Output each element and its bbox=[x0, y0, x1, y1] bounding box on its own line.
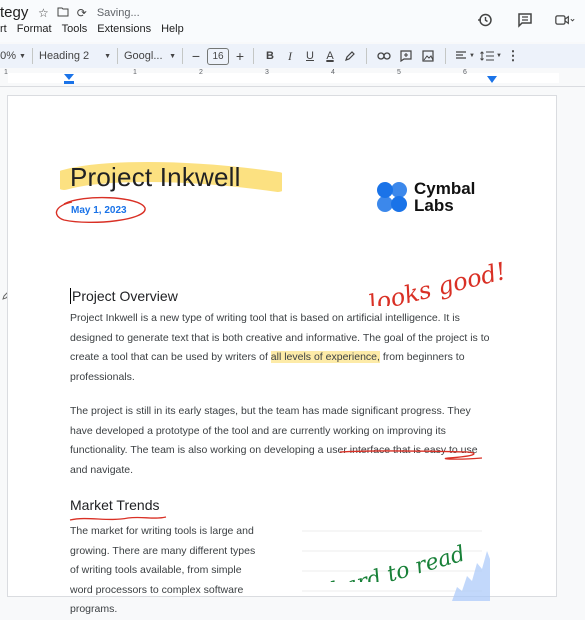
left-indent-marker[interactable] bbox=[64, 74, 74, 84]
document-heading: Project Inkwell bbox=[70, 162, 241, 192]
document-title[interactable]: tegy bbox=[0, 4, 28, 21]
document-date: May 1, 2023 bbox=[71, 205, 127, 216]
menu-insert[interactable]: rt bbox=[0, 23, 7, 35]
looks-good-annotation: looks good! bbox=[366, 257, 509, 306]
line-spacing-icon[interactable]: ▼ bbox=[478, 45, 504, 67]
chevron-down-icon: ▼ bbox=[469, 53, 475, 59]
ruler-number: 2 bbox=[199, 69, 203, 76]
market-paragraph: The market for writing tools is large an… bbox=[70, 525, 256, 615]
align-left-icon[interactable]: ▼ bbox=[452, 45, 478, 67]
right-indent-marker[interactable] bbox=[487, 76, 497, 84]
underline-annotation bbox=[339, 450, 483, 460]
toolbar-divider bbox=[32, 48, 33, 64]
text-color-button[interactable]: A bbox=[320, 45, 340, 67]
section-heading-market: Market Trends bbox=[70, 497, 160, 513]
toolbar-divider bbox=[253, 48, 254, 64]
add-comment-icon[interactable] bbox=[395, 45, 417, 67]
cymbal-wordmark: Cymbal Labs bbox=[414, 180, 475, 214]
insert-image-icon[interactable] bbox=[417, 45, 439, 67]
logo-line-2: Labs bbox=[414, 196, 454, 215]
folder-icon[interactable] bbox=[57, 6, 69, 20]
font-size-value: 16 bbox=[207, 47, 229, 65]
font-value: Googl... bbox=[124, 50, 163, 62]
toolbar-divider bbox=[366, 48, 367, 64]
star-icon[interactable]: ☆ bbox=[38, 6, 49, 20]
formatting-toolbar: 0% ▼ Heading 2 ▼ Googl... ▼ − 16 + B I U… bbox=[0, 44, 585, 68]
overview-heading-text: Project Overview bbox=[72, 288, 178, 304]
document-page[interactable]: Project Inkwell May 1, 2023 Cymbal Labs … bbox=[8, 96, 556, 615]
font-size-input[interactable]: 16 bbox=[203, 45, 233, 67]
overview-paragraph-1: Project Inkwell is a new type of writing… bbox=[70, 309, 490, 387]
cymbal-logo-icon bbox=[377, 182, 407, 212]
text-cursor bbox=[70, 288, 71, 304]
menu-extensions[interactable]: Extensions bbox=[97, 23, 151, 35]
toolbar-divider bbox=[445, 48, 446, 64]
logo-line-1: Cymbal bbox=[414, 179, 476, 198]
bold-button[interactable]: B bbox=[260, 45, 280, 67]
chevron-down-icon: ▼ bbox=[169, 52, 176, 60]
decrease-font-size-button[interactable]: − bbox=[189, 45, 203, 67]
menu-help[interactable]: Help bbox=[161, 23, 184, 35]
hard-to-read-text: hard to read bbox=[328, 542, 468, 582]
para1-highlight: all levels of experience, bbox=[270, 351, 380, 363]
style-select[interactable]: Heading 2 ▼ bbox=[39, 45, 111, 67]
sync-icon: ⟳ bbox=[76, 6, 87, 20]
ruler-number: 4 bbox=[331, 69, 335, 76]
horizontal-ruler: 1 1 2 3 4 5 6 bbox=[0, 69, 585, 87]
meet-video-icon[interactable] bbox=[555, 10, 575, 30]
section-heading-overview: Project Overview bbox=[70, 288, 178, 304]
insert-link-icon[interactable] bbox=[373, 45, 395, 67]
increase-font-size-button[interactable]: + bbox=[233, 45, 247, 67]
chevron-down-icon: ▼ bbox=[18, 52, 26, 60]
menu-format[interactable]: Format bbox=[17, 23, 52, 35]
ruler-number: 5 bbox=[397, 69, 401, 76]
ruler-number: 1 bbox=[133, 69, 137, 76]
chevron-down-icon: ▼ bbox=[496, 53, 502, 59]
style-value: Heading 2 bbox=[39, 50, 90, 62]
font-select[interactable]: Googl... ▼ bbox=[124, 45, 176, 67]
zoom-value: 0% bbox=[0, 50, 16, 62]
ruler-number: 6 bbox=[463, 69, 467, 76]
ruler-number: 3 bbox=[265, 69, 269, 76]
cymbal-labs-logo: Cymbal Labs bbox=[376, 180, 475, 214]
top-bar: tegy ☆ ⟳ Saving... rt Format Tools Exten… bbox=[0, 0, 585, 42]
comment-icon[interactable] bbox=[515, 10, 535, 30]
looks-good-text: looks good! bbox=[366, 257, 509, 306]
chevron-down-icon: ▼ bbox=[104, 52, 111, 60]
saving-status: Saving... bbox=[96, 7, 140, 19]
hard-to-read-annotation: hard to read bbox=[328, 542, 468, 582]
menu-bar: rt Format Tools Extensions Help bbox=[0, 23, 184, 35]
zoom-select[interactable]: 0% ▼ bbox=[0, 45, 26, 67]
toolbar-divider bbox=[182, 48, 183, 64]
ruler-number: 1 bbox=[4, 69, 8, 76]
underline-button[interactable]: U bbox=[300, 45, 320, 67]
menu-tools[interactable]: Tools bbox=[62, 23, 88, 35]
toolbar-divider bbox=[117, 48, 118, 64]
header-actions bbox=[475, 10, 575, 30]
ruler-track bbox=[8, 73, 559, 83]
highlight-pen-icon[interactable] bbox=[340, 45, 360, 67]
more-options-icon[interactable]: ⋮ bbox=[504, 45, 522, 67]
title-icons: ☆ ⟳ Saving... bbox=[38, 6, 140, 20]
italic-button[interactable]: I bbox=[280, 45, 300, 67]
history-icon[interactable] bbox=[475, 10, 495, 30]
overview-paragraph-2: The project is still in its early stages… bbox=[70, 402, 490, 480]
